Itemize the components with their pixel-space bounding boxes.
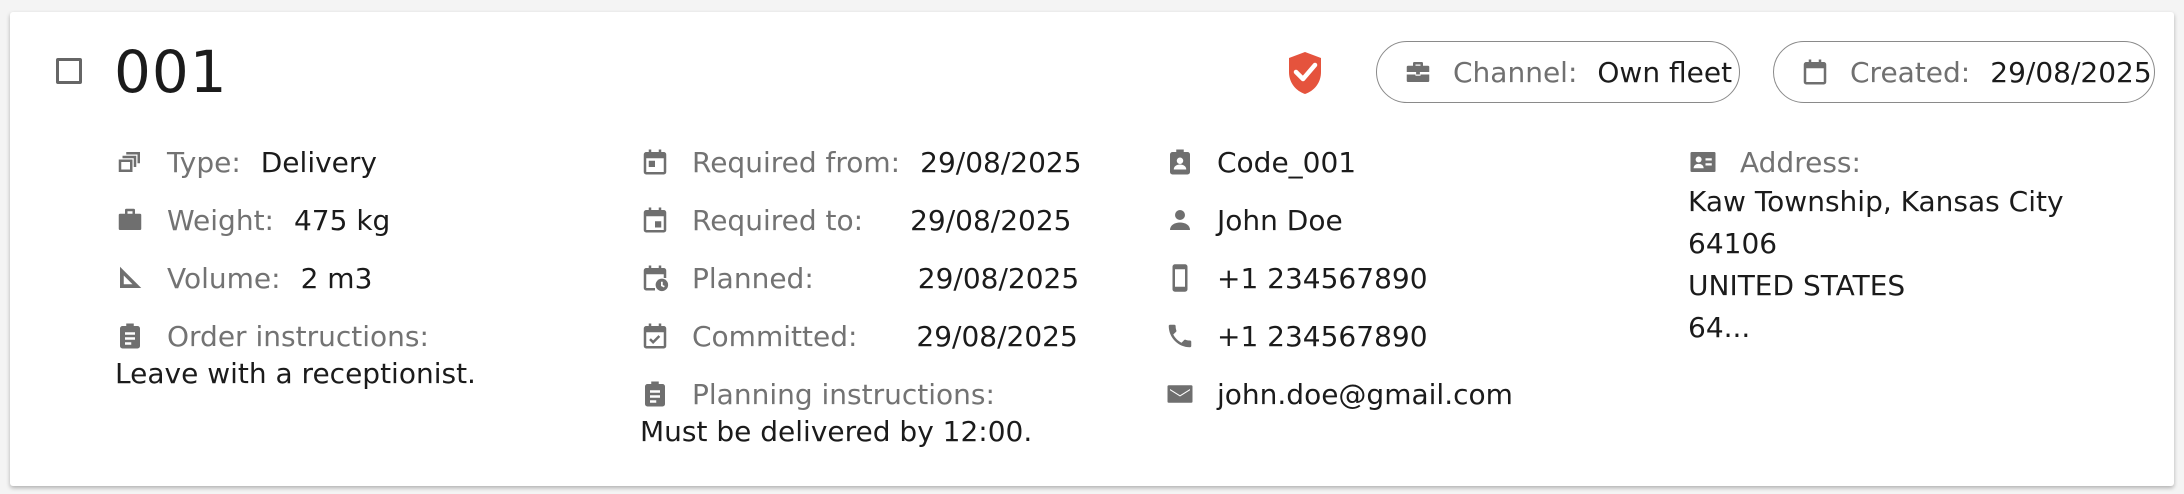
address-line-1: Kaw Township, Kansas City xyxy=(1688,185,2064,218)
calendar-icon xyxy=(1803,59,1827,85)
weight-label: Weight: xyxy=(167,203,274,237)
type-row: Type: Delivery xyxy=(115,142,377,182)
planning-instructions-row: Planning instructions: xyxy=(640,374,995,414)
select-order-checkbox[interactable] xyxy=(56,58,82,84)
clipboard-icon xyxy=(120,323,140,349)
phone-row: +1 234567890 xyxy=(1165,316,1428,356)
calendar-start-icon xyxy=(643,149,667,175)
committed-label: Committed: xyxy=(692,319,858,353)
channel-value: Own fleet xyxy=(1597,55,1733,89)
contact-mobile: +1 234567890 xyxy=(1217,261,1428,295)
required-to-label: Required to: xyxy=(692,203,864,237)
calendar-clock-icon xyxy=(643,265,669,292)
address-line-3: UNITED STATES xyxy=(1688,269,1906,302)
required-from-value: 29/08/2025 xyxy=(920,145,1082,179)
person-icon xyxy=(1170,210,1190,230)
volume-value: 2 m3 xyxy=(300,261,373,295)
created-label: Created: xyxy=(1850,55,1971,89)
contact-name: John Doe xyxy=(1217,203,1343,237)
calendar-check-icon xyxy=(643,323,667,349)
channel-label: Channel: xyxy=(1453,55,1578,89)
address-line-4: 64... xyxy=(1688,311,1751,344)
weight-row: Weight: 475 kg xyxy=(115,200,390,240)
committed-row: Committed: 29/08/2025 xyxy=(640,316,1078,356)
order-instructions-row: Order instructions: xyxy=(115,316,429,356)
type-label: Type: xyxy=(167,145,241,179)
contact-email: john.doe@gmail.com xyxy=(1217,377,1513,411)
created-value: 29/08/2025 xyxy=(1990,55,2152,89)
phone-icon xyxy=(1168,324,1192,348)
planning-instructions-value: Must be delivered by 12:00. xyxy=(640,415,1033,448)
planned-value: 29/08/2025 xyxy=(917,261,1080,295)
verified-shield-icon xyxy=(1289,52,1321,94)
required-from-row: Required from: 29/08/2025 xyxy=(640,142,1082,182)
order-instructions-value: Leave with a receptionist. xyxy=(115,357,476,390)
layers-icon xyxy=(118,152,140,172)
briefcase-icon xyxy=(118,208,142,230)
required-to-value: 29/08/2025 xyxy=(910,203,1072,237)
address-row: Address: xyxy=(1688,142,1861,182)
required-from-label: Required from: xyxy=(692,145,901,179)
smartphone-icon xyxy=(1172,264,1188,292)
code-row: Code_001 xyxy=(1165,142,1356,182)
created-chip[interactable]: Created: 29/08/2025 xyxy=(1773,41,2155,103)
calendar-end-icon xyxy=(643,207,667,233)
planned-row: Planned: 29/08/2025 xyxy=(640,258,1079,298)
set-square-icon xyxy=(120,266,142,288)
channel-chip[interactable]: Channel: Own fleet xyxy=(1376,41,1740,103)
email-row: john.doe@gmail.com xyxy=(1165,374,1513,414)
clipboard-icon xyxy=(645,381,665,407)
contact-card-icon xyxy=(1690,152,1716,172)
order-instructions-label: Order instructions: xyxy=(167,319,429,353)
contact-phone: +1 234567890 xyxy=(1217,319,1428,353)
mail-icon xyxy=(1167,385,1193,403)
briefcase-icon xyxy=(1406,62,1430,82)
badge-id-icon xyxy=(1170,149,1190,175)
planned-label: Planned: xyxy=(692,261,814,295)
type-value: Delivery xyxy=(260,145,377,179)
planning-instructions-label: Planning instructions: xyxy=(692,377,995,411)
required-to-row: Required to: 29/08/2025 xyxy=(640,200,1071,240)
volume-label: Volume: xyxy=(167,261,281,295)
committed-value: 29/08/2025 xyxy=(916,319,1078,353)
name-row: John Doe xyxy=(1165,200,1343,240)
address-label: Address: xyxy=(1740,145,1861,179)
weight-value: 475 kg xyxy=(293,203,391,237)
order-number: 001 xyxy=(114,38,228,106)
address-line-2: 64106 xyxy=(1688,227,1778,260)
mobile-row: +1 234567890 xyxy=(1165,258,1428,298)
contact-code: Code_001 xyxy=(1217,145,1357,179)
volume-row: Volume: 2 m3 xyxy=(115,258,372,298)
